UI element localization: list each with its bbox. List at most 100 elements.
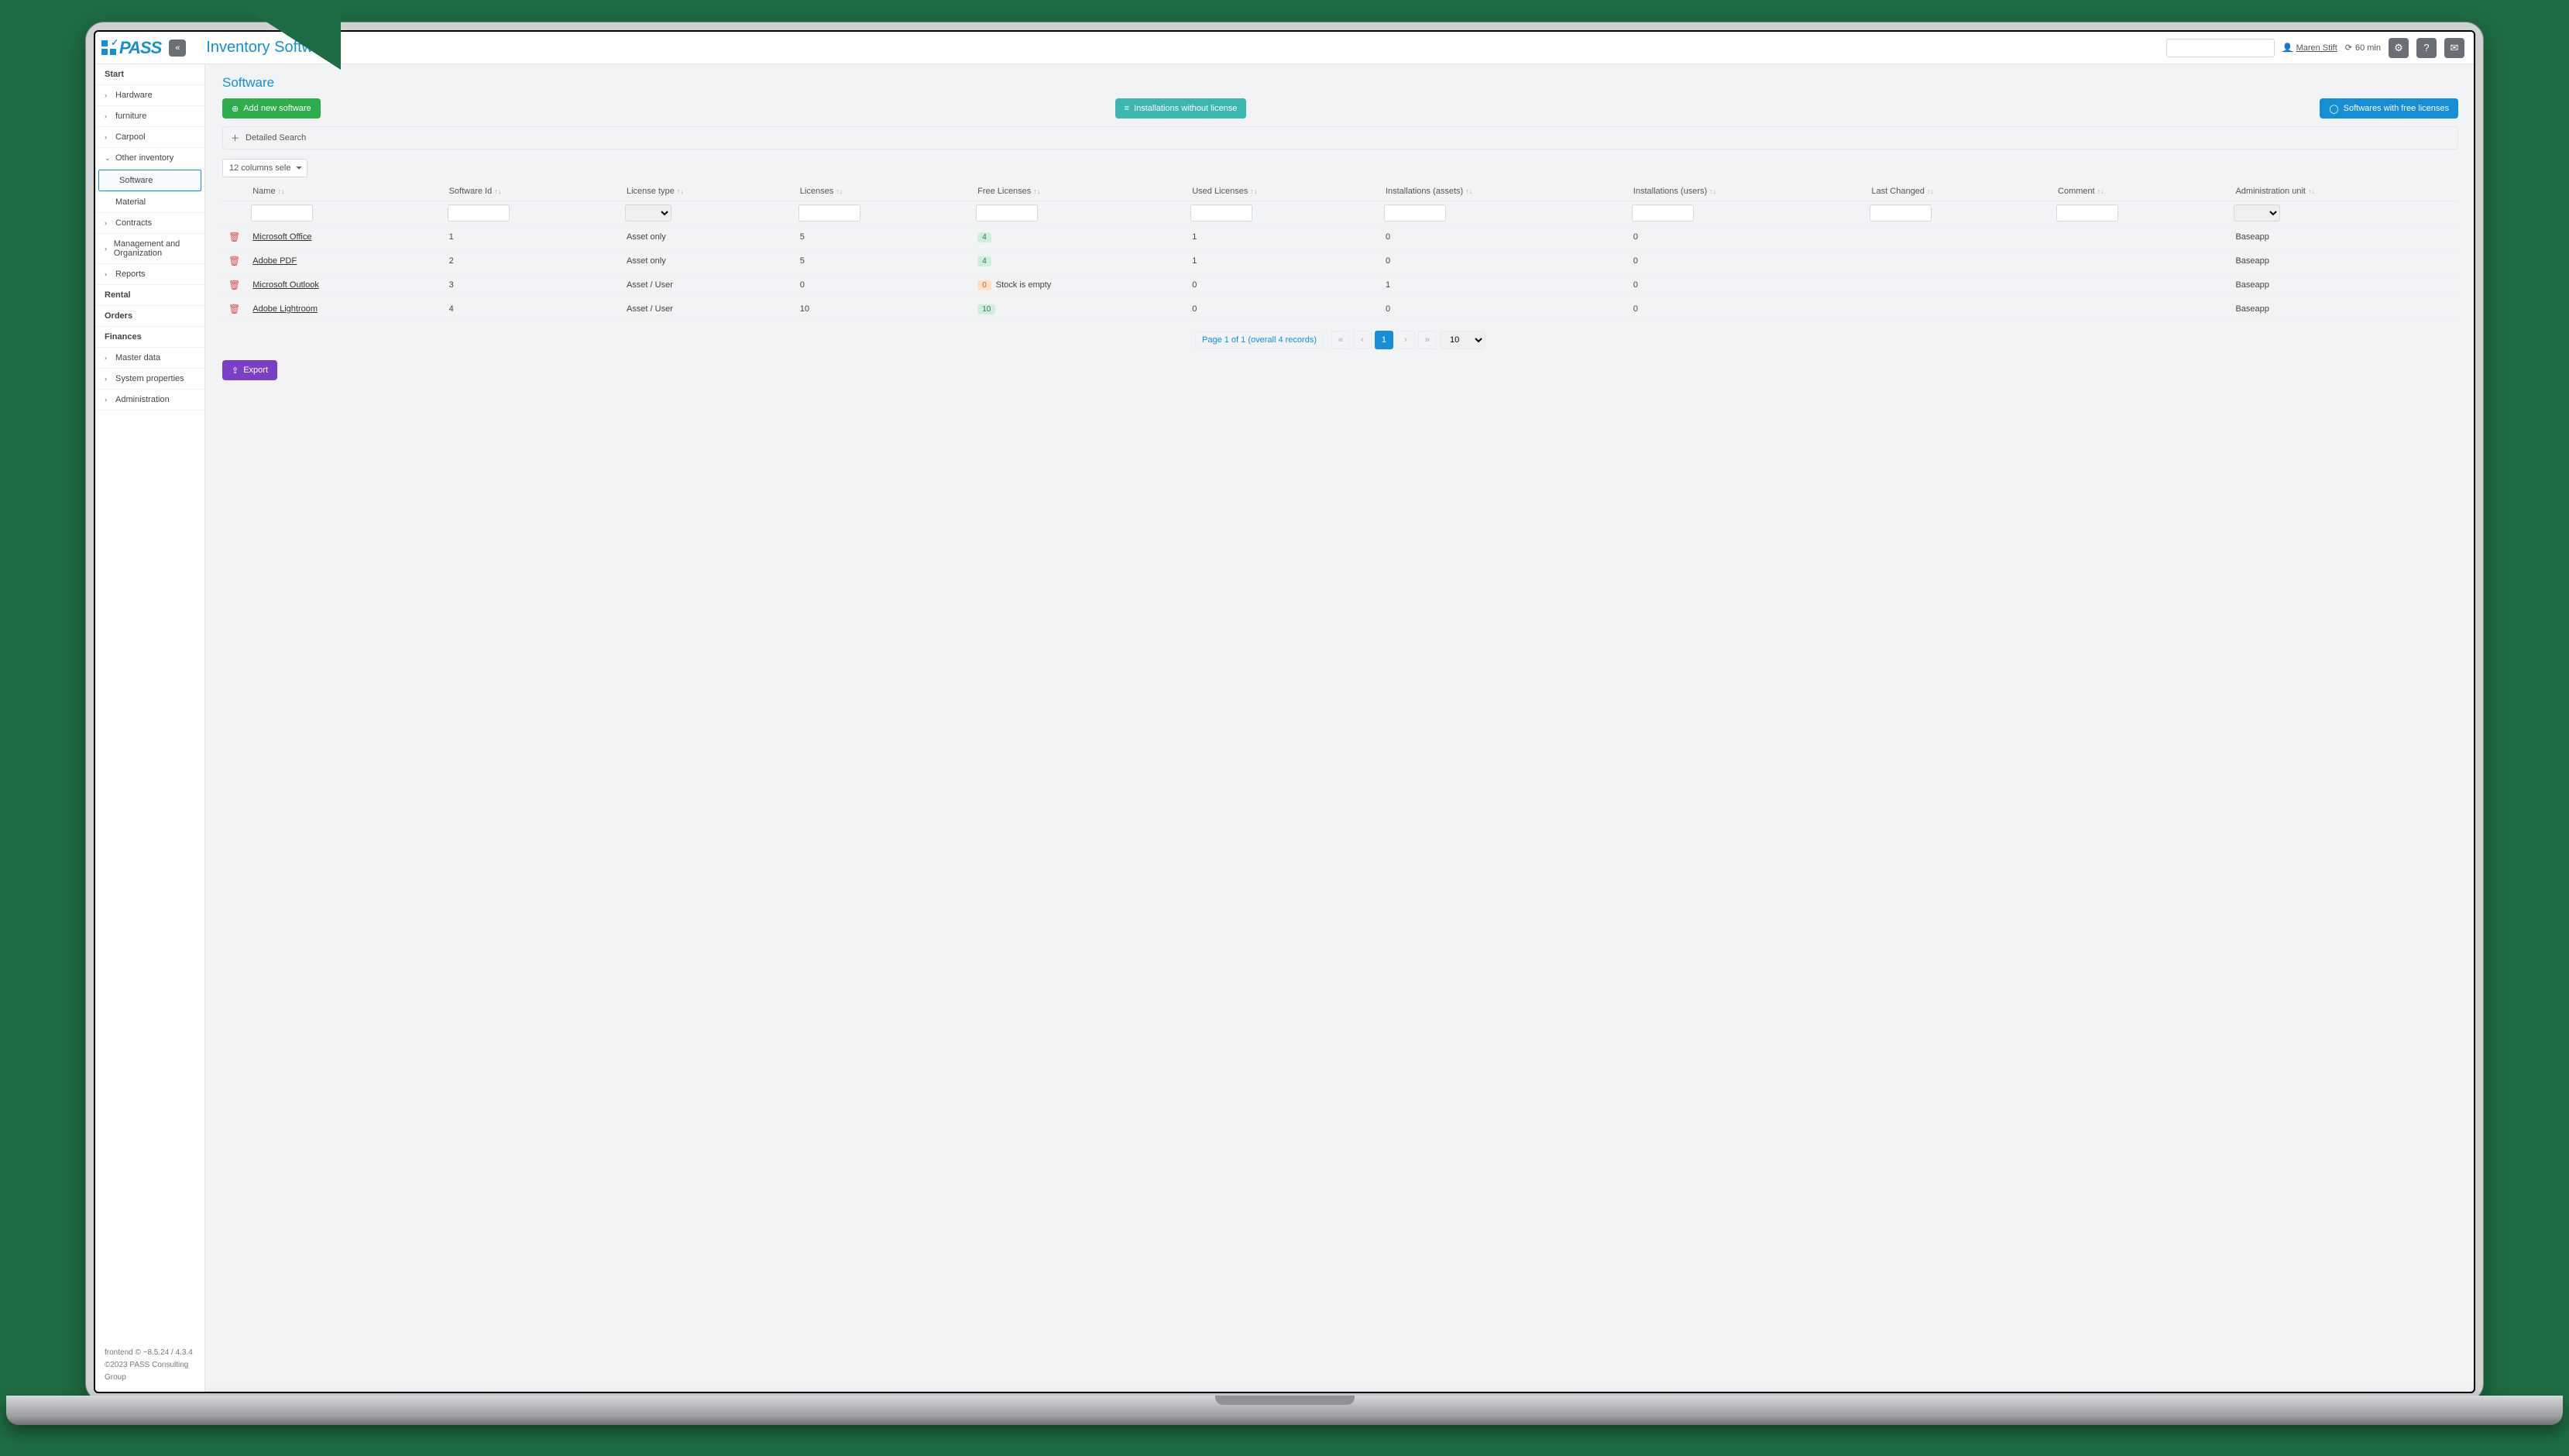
sidebar-item-label: Orders (105, 311, 132, 321)
user-link[interactable]: 👤 Maren Stift (2282, 43, 2337, 53)
sidebar-item-label: Master data (115, 353, 160, 362)
cell-id: 3 (443, 273, 620, 297)
sidebar-item-start[interactable]: Start (95, 64, 204, 85)
global-search-input[interactable] (2166, 39, 2275, 57)
cell-free: 0Stock is empty (971, 273, 1186, 297)
sidebar-item-contracts[interactable]: ›Contracts (95, 213, 204, 234)
sidebar-item-rental[interactable]: Rental (95, 285, 204, 306)
col-header-free-licenses[interactable]: Free Licenses↑↓ (971, 182, 1186, 201)
pager-page-1[interactable]: 1 (1375, 331, 1393, 349)
filter-0[interactable] (251, 204, 313, 221)
sidebar-item-furniture[interactable]: ›furniture (95, 106, 204, 127)
cell-lc (1865, 249, 2052, 273)
sidebar-item-system-properties[interactable]: ›System properties (95, 369, 204, 390)
delete-icon[interactable]: 🗑 (228, 304, 240, 314)
col-header-used-licenses[interactable]: Used Licenses↑↓ (1186, 182, 1379, 201)
sidebar-item-finances[interactable]: Finances (95, 327, 204, 348)
sidebar-item-material[interactable]: Material (95, 192, 204, 213)
col-label: Installations (users) (1633, 187, 1707, 196)
col-header-licenses[interactable]: Licenses↑↓ (794, 182, 971, 201)
pager-summary: Page 1 of 1 (overall 4 records) (1195, 331, 1324, 349)
col-header-comment[interactable]: Comment↑↓ (2052, 182, 2229, 201)
col-header-name[interactable]: Name↑↓ (246, 182, 442, 201)
column-selector[interactable]: 12 columns selected (222, 159, 307, 177)
pager-next-button[interactable]: › (1396, 331, 1415, 349)
sidebar-toggle-button[interactable]: « (169, 39, 186, 57)
col-header-installations-assets-[interactable]: Installations (assets)↑↓ (1379, 182, 1627, 201)
sidebar-item-master-data[interactable]: ›Master data (95, 348, 204, 369)
col-label: Free Licenses (977, 187, 1031, 196)
pager-last-button[interactable]: » (1418, 331, 1437, 349)
sidebar-item-management-and-organization[interactable]: ›Management and Organization (95, 234, 204, 264)
filter-1[interactable] (448, 204, 510, 221)
delete-icon[interactable]: 🗑 (228, 256, 240, 266)
cell-iu: 0 (1627, 225, 1866, 249)
sidebar-item-hardware[interactable]: ›Hardware (95, 85, 204, 106)
help-button[interactable]: ? (2416, 38, 2437, 58)
detailed-search-label: Detailed Search (246, 133, 306, 143)
export-button[interactable]: ⇪ Export (222, 360, 277, 380)
detailed-search-toggle[interactable]: ＋ Detailed Search (222, 126, 2458, 149)
sidebar-item-label: Carpool (115, 132, 146, 142)
mail-button[interactable]: ✉ (2444, 38, 2464, 58)
cell-lc (1865, 225, 2052, 249)
software-link[interactable]: Microsoft Office (252, 232, 311, 242)
filter-6[interactable] (1384, 204, 1446, 221)
col-label: Name (252, 187, 275, 196)
laptop-frame: PASS « Inventory Software 👤 Maren Stift … (85, 22, 2484, 1402)
col-header-installations-users-[interactable]: Installations (users)↑↓ (1627, 182, 1866, 201)
free-badge: 0 (977, 280, 991, 290)
col-header-administration-unit[interactable]: Administration unit↑↓ (2229, 182, 2458, 201)
sort-icon: ↑↓ (836, 187, 843, 195)
pager-prev-button[interactable]: ‹ (1353, 331, 1372, 349)
pager-size-select[interactable]: 10 (1440, 331, 1485, 349)
software-link[interactable]: Microsoft Outlook (252, 280, 319, 290)
add-software-label: Add new software (243, 104, 311, 113)
cell-used: 0 (1186, 273, 1379, 297)
installations-without-license-button[interactable]: ≡ Installations without license (1115, 98, 1247, 118)
col-header-last-changed[interactable]: Last Changed↑↓ (1865, 182, 2052, 201)
sort-icon: ↑↓ (1465, 187, 1472, 195)
filter-3[interactable] (799, 204, 860, 221)
filter-7[interactable] (1632, 204, 1694, 221)
sidebar-item-reports[interactable]: ›Reports (95, 264, 204, 285)
cell-used: 1 (1186, 249, 1379, 273)
sort-icon: ↑↓ (494, 187, 501, 195)
sidebar-item-carpool[interactable]: ›Carpool (95, 127, 204, 148)
filter-2[interactable] (625, 204, 671, 221)
filter-8[interactable] (1870, 204, 1932, 221)
software-link[interactable]: Adobe Lightroom (252, 304, 318, 314)
sidebar-item-orders[interactable]: Orders (95, 306, 204, 327)
sidebar-item-software[interactable]: Software (98, 170, 201, 191)
col-label: Administration unit (2235, 187, 2306, 196)
filter-10[interactable] (2234, 204, 2280, 221)
sidebar-item-administration[interactable]: ›Administration (95, 390, 204, 410)
sidebar-item-label: Administration (115, 395, 170, 404)
software-link[interactable]: Adobe PDF (252, 256, 297, 266)
delete-icon[interactable]: 🗑 (228, 280, 240, 290)
logo[interactable]: PASS (101, 38, 161, 58)
cell-cm (2052, 225, 2229, 249)
cell-license: Asset only (620, 225, 794, 249)
filter-9[interactable] (2056, 204, 2118, 221)
cell-iu: 0 (1627, 297, 1866, 321)
cell-ia: 0 (1379, 225, 1627, 249)
sidebar-item-label: Software (119, 176, 153, 185)
col-header-license-type[interactable]: License type↑↓ (620, 182, 794, 201)
softwares-free-licenses-button[interactable]: ◯ Softwares with free licenses (2320, 98, 2458, 118)
question-icon: ? (2423, 42, 2429, 53)
logo-text: PASS (119, 38, 161, 58)
delete-icon[interactable]: 🗑 (228, 232, 240, 242)
cell-ia: 0 (1379, 249, 1627, 273)
col-header-software-id[interactable]: Software Id↑↓ (443, 182, 620, 201)
cell-iu: 0 (1627, 273, 1866, 297)
refresh-icon: ⟳ (2345, 43, 2352, 53)
pager-first-button[interactable]: « (1331, 331, 1350, 349)
sort-icon: ↑↓ (278, 187, 285, 195)
settings-button[interactable]: ⚙ (2389, 38, 2409, 58)
plus-icon: ＋ (231, 132, 239, 144)
filter-4[interactable] (976, 204, 1038, 221)
sidebar-item-other-inventory[interactable]: ⌄Other inventory (95, 148, 204, 169)
add-software-button[interactable]: ⊕ Add new software (222, 98, 321, 118)
filter-5[interactable] (1190, 204, 1252, 221)
